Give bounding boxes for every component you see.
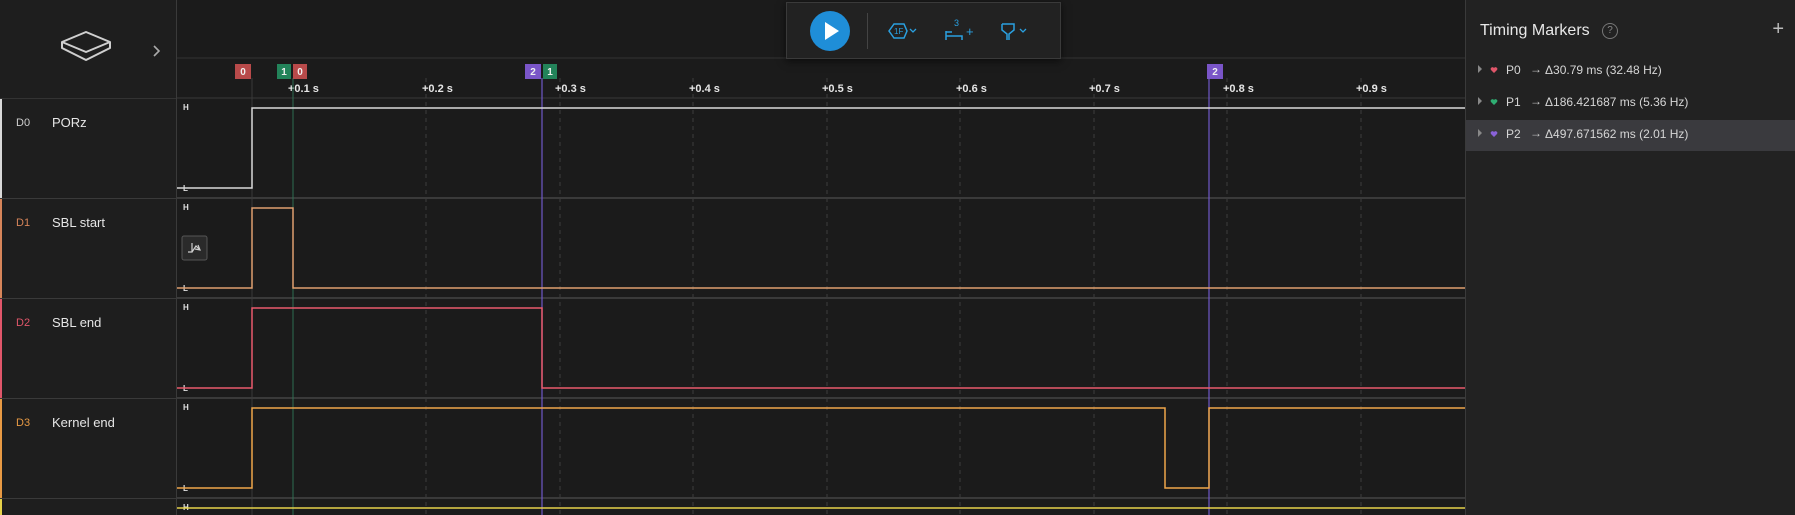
arrow-icon: → xyxy=(1530,126,1542,140)
channel-row-d0[interactable]: D0 PORz xyxy=(0,99,176,199)
heart-icon xyxy=(1490,99,1498,105)
channel-row-d1[interactable]: D1 SBL start xyxy=(0,199,176,299)
expand-caret-icon[interactable] xyxy=(1478,65,1482,73)
measure-plus: + xyxy=(966,24,974,39)
device-logo-icon xyxy=(61,31,111,61)
time-tick-label: +0.5 s xyxy=(822,83,853,95)
timing-marker-row-p0[interactable]: P0 → Δ30.79 ms (32.48 Hz) xyxy=(1466,56,1795,86)
marker-name: P2 xyxy=(1506,127,1521,141)
level-high-label: H xyxy=(183,403,189,412)
channel-color-stripe xyxy=(0,299,2,398)
svg-text:1F: 1F xyxy=(894,27,903,36)
channel-id: D3 xyxy=(16,417,31,429)
channel-id: D1 xyxy=(16,217,31,229)
time-tick-label: +0.6 s xyxy=(956,83,987,95)
edge-trigger-button[interactable] xyxy=(181,235,208,261)
marker-delta: Δ186.421687 ms (5.36 Hz) xyxy=(1545,95,1689,109)
waveform-view[interactable]: +0.1 s +0.2 s +0.3 s +0.4 s +0.5 s +0.6 … xyxy=(177,0,1465,515)
channel-list: D0 PORz D1 SBL start D2 SBL end D3 Kerne… xyxy=(0,0,177,515)
capture-toolbar: 1F 3 + xyxy=(786,2,1061,59)
toolbar-divider xyxy=(867,13,868,49)
timing-markers-panel: Timing Markers ? + P0 → Δ30.79 ms (32.48… xyxy=(1465,0,1795,515)
channel-id: D0 xyxy=(16,117,31,129)
device-cell xyxy=(0,0,176,99)
time-tick-label: +0.4 s xyxy=(689,83,720,95)
trigger-icon[interactable]: 1F xyxy=(885,19,919,43)
level-high-label: H xyxy=(183,203,189,212)
help-icon[interactable]: ? xyxy=(1602,23,1618,39)
channel-name[interactable]: SBL start xyxy=(52,215,105,230)
measure-button[interactable]: 3 + xyxy=(944,18,980,43)
channel-color-stripe xyxy=(0,499,2,515)
timing-marker-row-p2[interactable]: P2 → Δ497.671562 ms (2.01 Hz) xyxy=(1466,120,1795,151)
marker-flag-label: 0 xyxy=(297,67,303,78)
heart-icon xyxy=(1490,67,1498,73)
marker-flag-label: 0 xyxy=(240,67,246,78)
arrow-icon: → xyxy=(1530,62,1542,76)
marker-name: P0 xyxy=(1506,63,1521,77)
channel-row-d2[interactable]: D2 SBL end xyxy=(0,299,176,399)
time-tick-label: +0.3 s xyxy=(555,83,586,95)
time-tick-label: +0.9 s xyxy=(1356,83,1387,95)
marker-flag-label: 1 xyxy=(281,67,287,78)
time-tick-label: +0.8 s xyxy=(1223,83,1254,95)
heart-icon xyxy=(1490,131,1498,137)
channel-row-d4[interactable] xyxy=(0,499,176,515)
time-tick-label: +0.7 s xyxy=(1089,83,1120,95)
channel-name[interactable]: SBL end xyxy=(52,315,101,330)
measure-badge: 3 xyxy=(954,18,960,28)
filter-icon[interactable] xyxy=(998,19,1032,43)
expand-caret-icon[interactable] xyxy=(1478,129,1482,137)
channel-id: D2 xyxy=(16,317,31,329)
channel-color-stripe xyxy=(0,399,2,498)
level-high-label: H xyxy=(183,103,189,112)
play-button[interactable] xyxy=(810,11,850,51)
level-high-label: H xyxy=(183,303,189,312)
time-tick-label: +0.2 s xyxy=(422,83,453,95)
marker-name: P1 xyxy=(1506,95,1521,109)
channel-color-stripe xyxy=(0,99,2,198)
channel-row-d3[interactable]: D3 Kernel end xyxy=(0,399,176,499)
timing-marker-row-p1[interactable]: P1 → Δ186.421687 ms (5.36 Hz) xyxy=(1466,88,1795,118)
expand-caret-icon[interactable] xyxy=(1478,97,1482,105)
channel-color-stripe xyxy=(0,199,2,298)
channel-name[interactable]: Kernel end xyxy=(52,415,115,430)
marker-flag-label: 1 xyxy=(547,67,553,78)
panel-title: Timing Markers xyxy=(1480,22,1590,39)
marker-flag-label: 2 xyxy=(530,67,536,78)
marker-delta: Δ497.671562 ms (2.01 Hz) xyxy=(1545,127,1689,141)
add-marker-button[interactable]: + xyxy=(1772,18,1784,41)
expand-chevron-icon[interactable] xyxy=(152,44,162,58)
arrow-icon: → xyxy=(1530,94,1542,108)
marker-flag-label: 2 xyxy=(1212,67,1218,78)
marker-delta: Δ30.79 ms (32.48 Hz) xyxy=(1545,63,1662,77)
channel-name[interactable]: PORz xyxy=(52,115,87,130)
play-icon xyxy=(825,22,839,40)
